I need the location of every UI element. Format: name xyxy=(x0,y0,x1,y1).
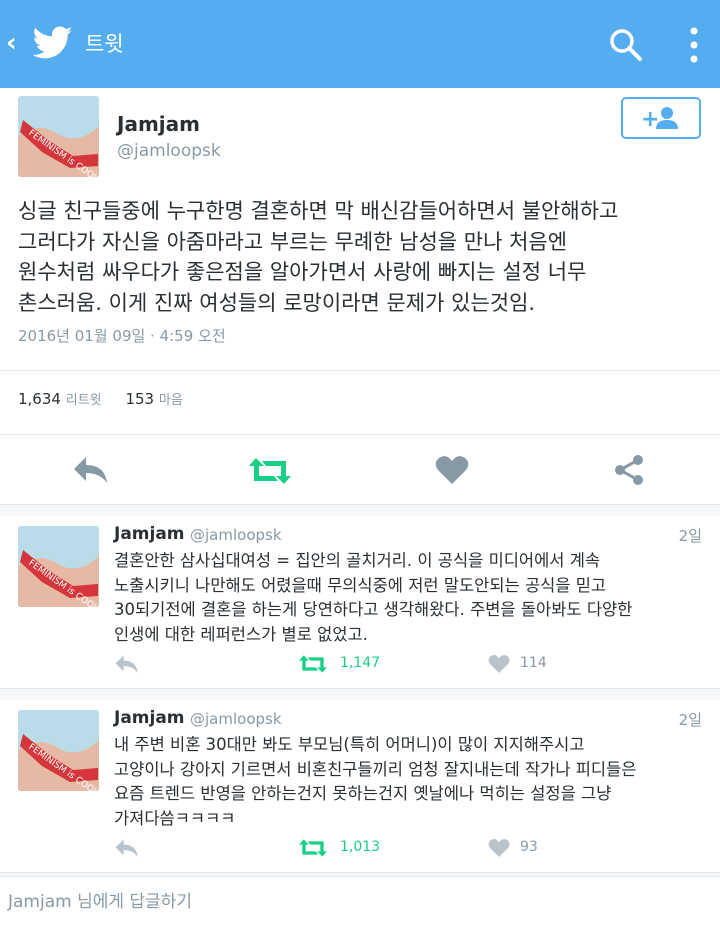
retweet-icon[interactable] xyxy=(298,654,328,674)
reply-author-name-text: Jamjam xyxy=(114,708,185,728)
more-options-icon[interactable] xyxy=(684,26,704,64)
reply-retweet-count: 1,013 xyxy=(340,839,381,855)
author-name[interactable]: Jamjam xyxy=(117,112,200,136)
like-heart-icon[interactable] xyxy=(488,654,510,674)
reply-date: 2일 xyxy=(678,711,702,729)
retweet-icon[interactable] xyxy=(248,456,292,486)
tweet-stats: 1,634 리트윗 153 마음 xyxy=(18,389,183,408)
reply-author-name-text: Jamjam xyxy=(114,524,185,544)
reply-input-placeholder[interactable]: Jamjam 님에게 답글하기 xyxy=(8,887,192,912)
reply-tweet[interactable]: FEMINISM is COOL Jamjam @jamloopsk 2일 결혼… xyxy=(0,516,720,689)
reply-text: 내 주변 비혼 30대만 봐도 부모님(특히 어머니)이 많이 지지해주시고 고… xyxy=(114,735,637,828)
like-count[interactable]: 153 xyxy=(125,390,154,408)
back-chevron-icon[interactable]: ‹ xyxy=(6,28,17,58)
tweet-timestamp: 2016년 01월 09일 · 4:59 오전 xyxy=(18,327,226,345)
main-tweet: FEMINISM is COOL Jamjam @jamloopsk + 싱글 … xyxy=(0,88,720,505)
avatar[interactable]: FEMINISM is COOL xyxy=(18,526,99,607)
add-user-icon: + xyxy=(641,107,678,132)
reply-icon[interactable] xyxy=(72,455,110,485)
share-icon[interactable] xyxy=(613,454,645,486)
avatar-image: FEMINISM is COOL xyxy=(18,710,99,791)
avatar-image: FEMINISM is COOL xyxy=(18,96,99,177)
divider xyxy=(0,370,720,371)
twitter-bird-icon[interactable] xyxy=(33,26,73,60)
reply-tweet[interactable]: FEMINISM is COOL Jamjam @jamloopsk 2일 내 … xyxy=(0,700,720,873)
reply-author-name[interactable]: Jamjam xyxy=(114,708,185,728)
reply-icon[interactable] xyxy=(114,654,140,674)
retweet-icon[interactable] xyxy=(298,838,328,858)
avatar[interactable]: FEMINISM is COOL xyxy=(18,710,99,791)
follow-button[interactable]: + xyxy=(621,97,701,139)
divider xyxy=(0,434,720,435)
avatar-image: FEMINISM is COOL xyxy=(18,526,99,607)
reply-author-handle[interactable]: @jamloopsk xyxy=(190,710,282,728)
avatar[interactable]: FEMINISM is COOL xyxy=(18,96,99,177)
like-heart-icon[interactable] xyxy=(488,838,510,858)
retweet-count[interactable]: 1,634 xyxy=(18,390,61,408)
author-handle[interactable]: @jamloopsk xyxy=(117,141,221,161)
retweet-count-label: 리트윗 xyxy=(65,393,102,408)
like-heart-icon[interactable] xyxy=(435,455,469,485)
reply-icon[interactable] xyxy=(114,838,140,858)
reply-like-count: 114 xyxy=(520,655,547,671)
search-icon[interactable] xyxy=(609,28,643,62)
reply-retweet-count: 1,147 xyxy=(340,655,381,671)
page-title: 트윗 xyxy=(85,32,124,56)
reply-author-name[interactable]: Jamjam xyxy=(114,524,185,544)
reply-text: 결혼안한 삼사십대여성 = 집안의 골치거리. 이 공식을 미디어에서 계속 노… xyxy=(114,551,633,644)
reply-compose-bar[interactable]: Jamjam 님에게 답글하기 xyxy=(0,876,720,925)
reply-date: 2일 xyxy=(678,527,702,545)
like-count-label: 마음 xyxy=(158,393,183,408)
reply-author-handle[interactable]: @jamloopsk xyxy=(190,526,282,544)
reply-like-count: 93 xyxy=(520,839,538,855)
tweet-text: 싱글 친구들중에 누구한명 결혼하면 막 배신감들어하면서 불안해하고 그러다가… xyxy=(18,199,619,315)
app-header: ‹ 트윗 xyxy=(0,0,720,88)
